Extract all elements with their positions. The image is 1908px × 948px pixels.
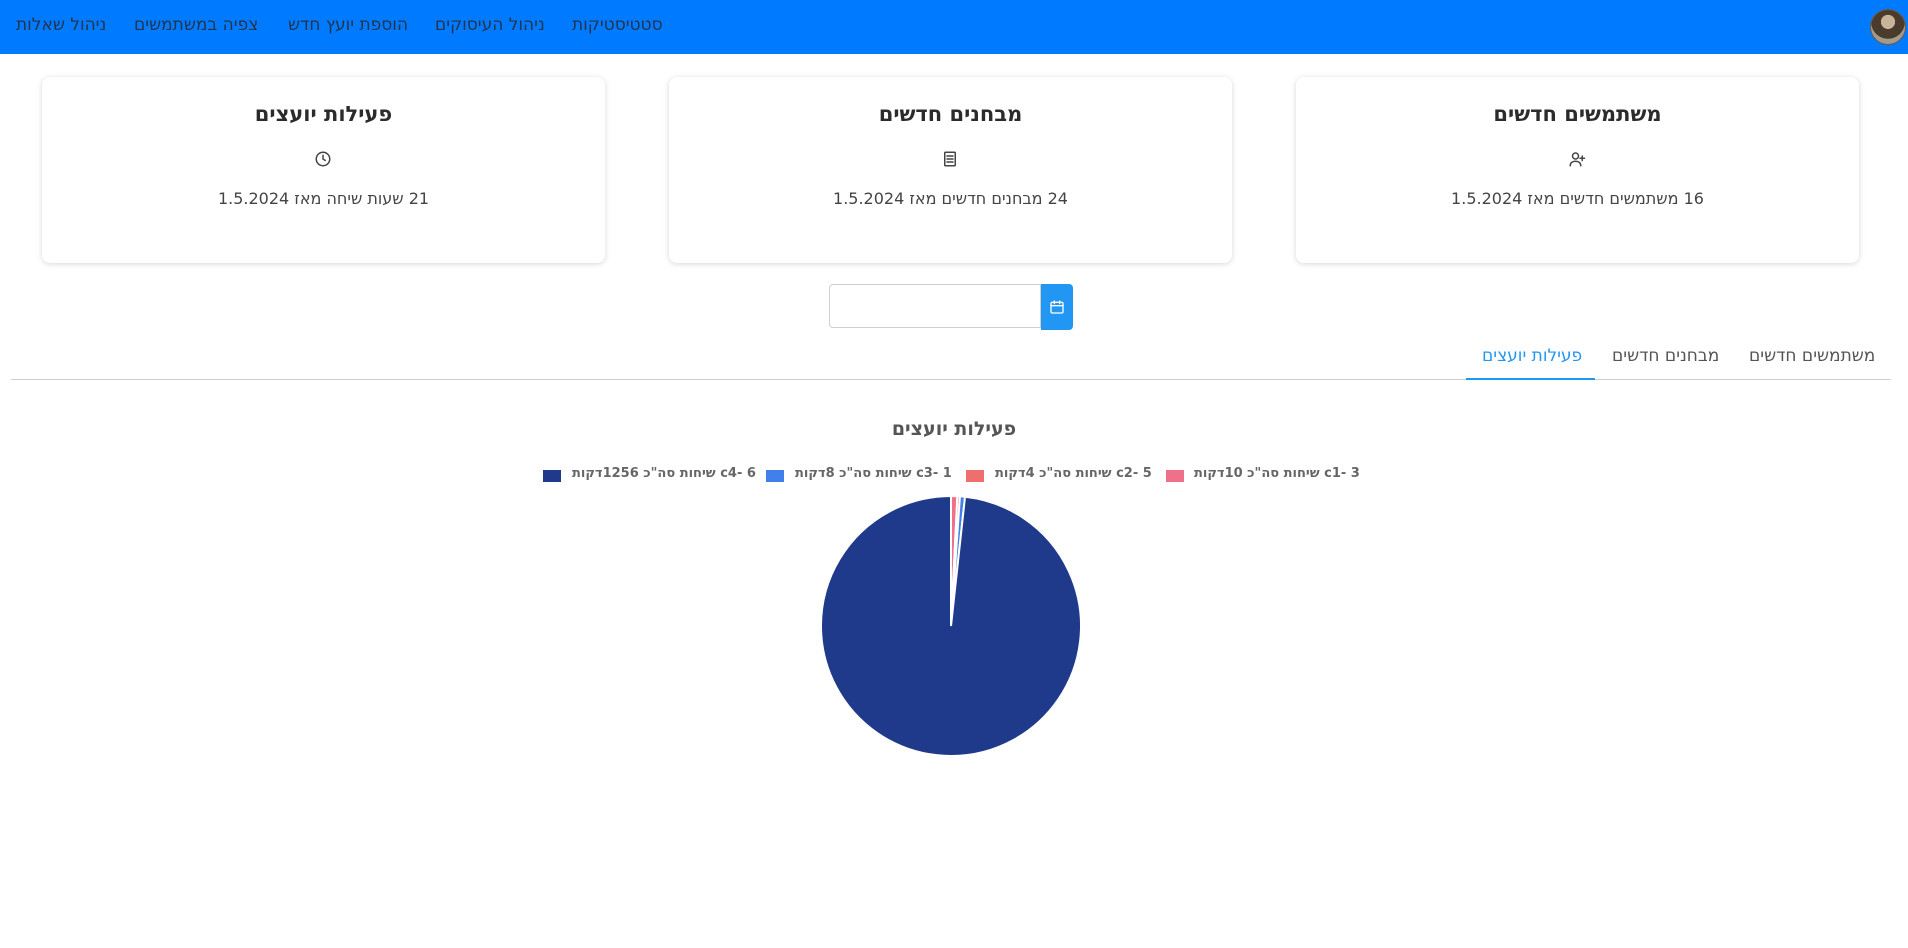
legend-label-c2[interactable]: c2- 5 שיחות סה"כ 4דקות — [995, 466, 1152, 484]
calendar-icon — [1050, 300, 1064, 314]
card-title: מבחנים חדשים — [878, 102, 1023, 126]
card-text: 24 מבחנים חדשים מאז 1.5.2024 — [833, 189, 1068, 208]
nav-link-statistics[interactable]: סטטיסטיקות — [572, 15, 663, 35]
document-icon — [944, 151, 956, 167]
user-plus-icon — [1569, 152, 1586, 167]
tab-new-tests[interactable]: מבחנים חדשים — [1612, 346, 1719, 366]
card-title: משתמשים חדשים — [1493, 102, 1662, 126]
legend-swatch-c2 — [966, 470, 984, 482]
top-navbar: ניהול שאלות צפיה במשתמשים הוספת יועץ חדש… — [0, 0, 1908, 54]
legend-label-c1[interactable]: c1- 3 שיחות סה"כ 10דקות — [1194, 466, 1360, 484]
legend-swatch-c1 — [1166, 470, 1184, 482]
chart-title: פעילות יועצים — [891, 418, 1017, 440]
tab-advisor-activity[interactable]: פעילות יועצים — [1482, 346, 1582, 366]
card-new-tests: מבחנים חדשים 24 מבחנים חדשים מאז 1.5.202… — [669, 77, 1232, 263]
avatar[interactable] — [1870, 9, 1906, 45]
card-advisor-activity: פעילות יועצים 21 שעות שיחה מאז 1.5.2024 — [42, 77, 605, 263]
date-picker-button[interactable] — [1041, 284, 1073, 330]
card-title: פעילות יועצים — [254, 102, 393, 126]
nav-link-manage-occupations[interactable]: ניהול העיסוקים — [435, 15, 545, 35]
nav-link-view-users[interactable]: צפיה במשתמשים — [134, 15, 258, 35]
legend-label-c4[interactable]: c4- 6 שיחות סה"כ 1256דקות — [572, 466, 756, 484]
card-text: 21 שעות שיחה מאז 1.5.2024 — [217, 189, 430, 208]
card-new-users: משתמשים חדשים 16 משתמשים חדשים מאז 1.5.2… — [1296, 77, 1859, 263]
legend-label-c3[interactable]: c3- 1 שיחות סה"כ 8דקות — [795, 466, 952, 484]
card-text: 16 משתמשים חדשים מאז 1.5.2024 — [1451, 189, 1704, 208]
clock-icon — [315, 151, 331, 167]
pie-slice-c4[interactable] — [820, 494, 1082, 757]
date-input[interactable] — [829, 284, 1041, 328]
tab-new-users[interactable]: משתמשים חדשים — [1749, 346, 1875, 366]
legend-swatch-c4 — [543, 470, 561, 482]
active-tab-indicator — [1466, 378, 1595, 380]
nav-link-manage-questions[interactable]: ניהול שאלות — [16, 15, 106, 35]
legend-swatch-c3 — [766, 470, 784, 482]
nav-link-add-advisor[interactable]: הוספת יועץ חדש — [288, 15, 408, 35]
tabs-divider — [11, 379, 1891, 380]
